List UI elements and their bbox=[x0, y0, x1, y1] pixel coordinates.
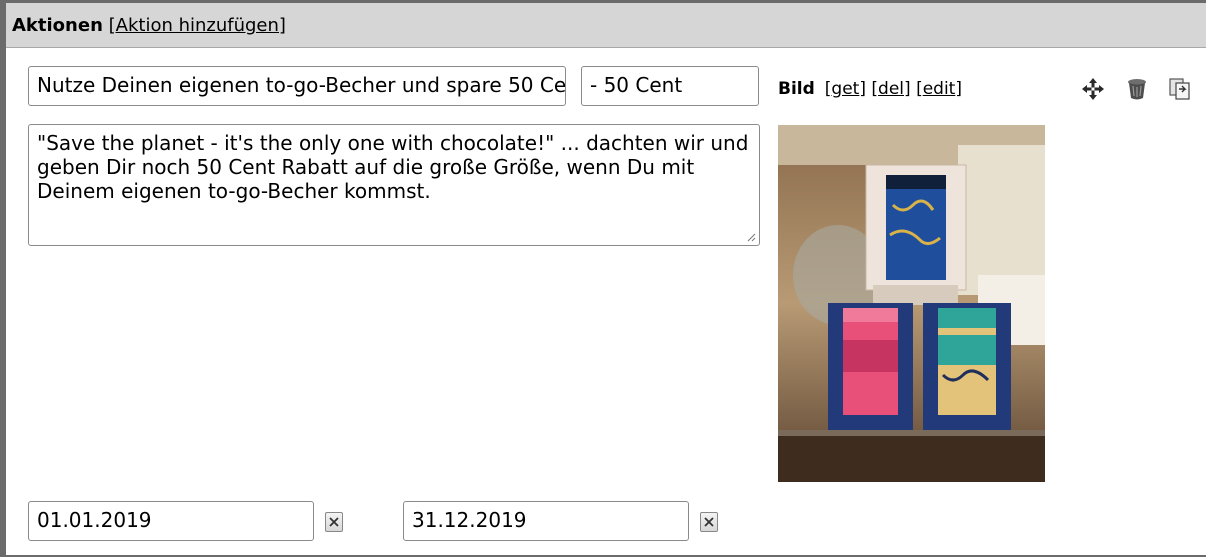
clear-icon[interactable] bbox=[325, 512, 343, 532]
end-date-input[interactable]: 31.12.2019 bbox=[403, 501, 689, 541]
bracket: [ bbox=[916, 79, 923, 99]
start-date-input[interactable]: 01.01.2019 bbox=[28, 501, 314, 541]
image-edit-link[interactable]: edit bbox=[923, 79, 956, 99]
clear-icon[interactable] bbox=[700, 512, 718, 532]
description-text: "Save the planet - it's the only one wit… bbox=[37, 131, 749, 203]
copy-icon[interactable] bbox=[1168, 77, 1192, 101]
move-icon[interactable] bbox=[1081, 77, 1105, 101]
image-panel-label: Bild [get] [del] [edit] bbox=[778, 78, 962, 100]
image-label: Bild bbox=[778, 79, 815, 99]
action-description-textarea[interactable]: "Save the planet - it's the only one wit… bbox=[28, 124, 760, 246]
image-get-link[interactable]: get bbox=[831, 79, 859, 99]
action-title-input[interactable]: Nutze Deinen eigenen to-go-Becher und sp… bbox=[28, 66, 566, 106]
image-del-link[interactable]: del bbox=[878, 79, 904, 99]
bracket: ] bbox=[904, 79, 911, 99]
bracket: ] bbox=[859, 79, 866, 99]
actions-header: Aktionen [Aktion hinzufügen] bbox=[6, 3, 1206, 48]
add-action-link[interactable]: [Aktion hinzufügen] bbox=[109, 15, 286, 36]
discount-input[interactable]: - 50 Cent bbox=[581, 66, 759, 106]
trash-icon[interactable] bbox=[1126, 77, 1148, 101]
actions-title: Aktionen bbox=[12, 15, 103, 36]
resize-handle-icon[interactable] bbox=[746, 232, 756, 242]
action-image bbox=[778, 125, 1045, 482]
bracket: ] bbox=[955, 79, 962, 99]
